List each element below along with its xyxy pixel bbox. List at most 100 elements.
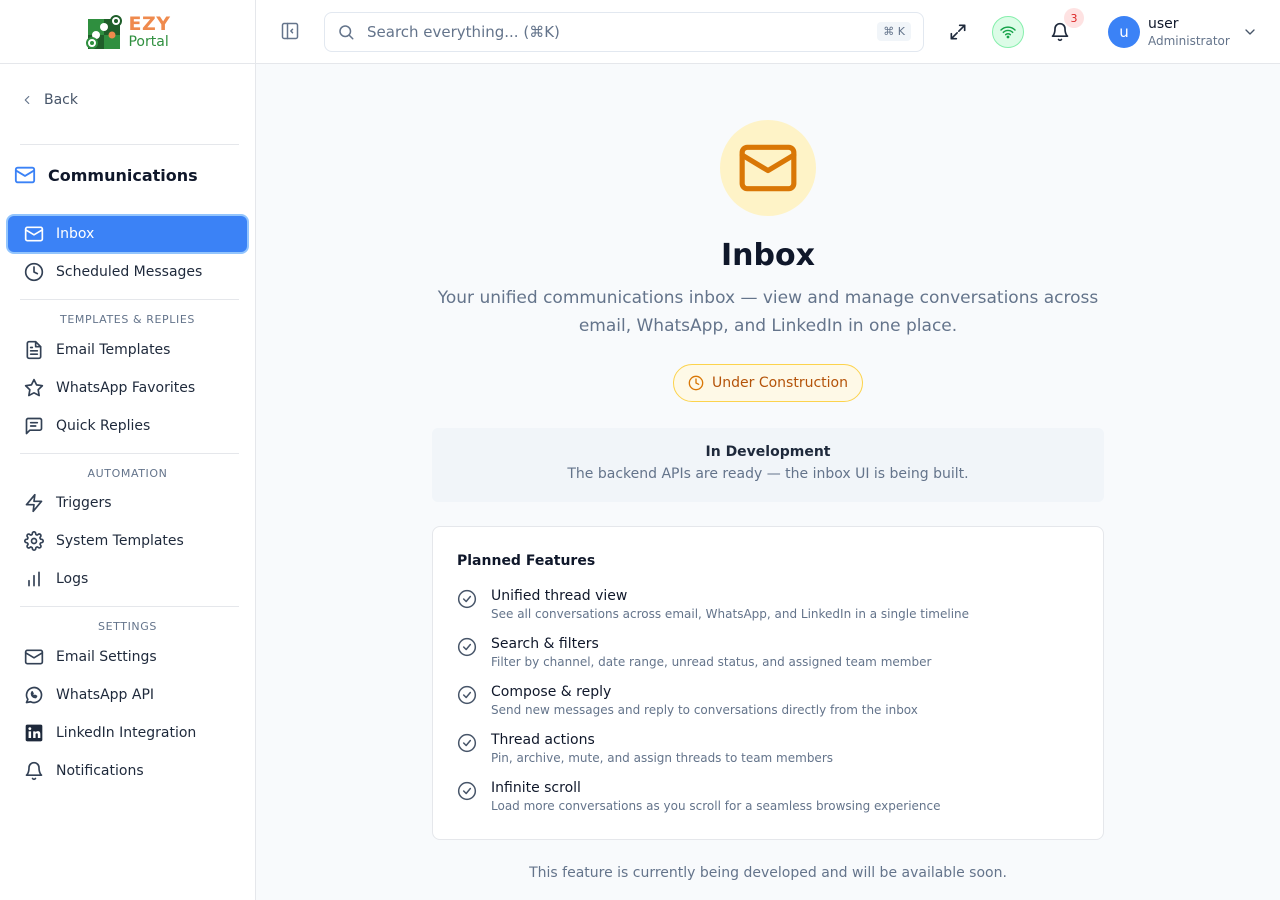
feature-description: Filter by channel, date range, unread st… [491, 655, 932, 669]
bell-icon [25, 761, 43, 781]
avatar: u [1108, 16, 1140, 49]
search-shortcut: ⌘ K [877, 22, 911, 41]
feature-description: Load more conversations as you scroll fo… [491, 799, 941, 813]
sidebar-toggle-button[interactable] [280, 21, 300, 41]
feature-name: Infinite scroll [491, 780, 581, 796]
page-title: Inbox [721, 238, 815, 273]
clock-icon [24, 262, 44, 282]
whatsapp-icon [25, 686, 43, 704]
zap-icon [25, 493, 43, 513]
sidebar-item-label: Quick Replies [56, 418, 151, 434]
panel-left-icon [281, 22, 299, 40]
bar-chart-icon [28, 571, 40, 587]
sidebar-item-quick-replies[interactable]: Quick Replies [8, 408, 247, 444]
sidebar-item-label: Inbox [56, 226, 95, 242]
top-header: ⌘ K 3 u user Administrator [256, 0, 1280, 64]
connection-status-button[interactable] [992, 16, 1024, 48]
sidebar-item-whatsapp-favorites[interactable]: WhatsApp Favorites [8, 370, 247, 406]
sidebar-item-label: Logs [56, 571, 89, 587]
planned-features-card: Planned Features Unified thread view See… [432, 526, 1104, 840]
wifi-icon [1000, 26, 1016, 39]
divider [20, 453, 239, 454]
sidebar-item-label: Scheduled Messages [56, 264, 203, 280]
feature-item: Search & filters Filter by channel, date… [457, 635, 931, 671]
star-icon [24, 378, 44, 397]
feature-name: Unified thread view [491, 588, 628, 604]
sidebar-item-label: Triggers [56, 495, 112, 511]
maximize-icon [950, 24, 966, 40]
brand-name-top: EZY [128, 12, 171, 35]
notification-count-badge: 3 [1064, 8, 1084, 28]
feature-item: Compose & reply Send new messages and re… [457, 683, 918, 719]
feature-name: Compose & reply [491, 684, 612, 700]
sidebar-item-label: Email Settings [56, 649, 157, 665]
chevron-down-icon [1245, 29, 1255, 35]
feature-description: See all conversations across email, What… [491, 607, 970, 621]
feature-name: Search & filters [491, 636, 599, 652]
back-button[interactable]: Back [20, 92, 78, 108]
sidebar-item-label: Notifications [56, 763, 144, 779]
main-content: Inbox Your unified communications inbox … [256, 64, 1280, 900]
check-circle-icon [457, 781, 477, 801]
sidebar-item-scheduled-messages[interactable]: Scheduled Messages [8, 254, 247, 290]
sidebar-item-logs[interactable]: Logs [8, 561, 247, 597]
sidebar-item-system-templates[interactable]: System Templates [8, 523, 247, 559]
sidebar-item-inbox[interactable]: Inbox [8, 216, 247, 252]
sidebar-item-label: Email Templates [56, 342, 171, 358]
fullscreen-button[interactable] [948, 22, 968, 42]
mail-icon [24, 649, 44, 665]
status-badge-label: Under Construction [712, 375, 848, 391]
check-circle-icon [457, 637, 477, 657]
check-circle-icon [457, 685, 477, 705]
mail-icon [739, 144, 797, 192]
group-label-automation: AUTOMATION [87, 467, 168, 480]
sidebar-item-email-settings[interactable]: Email Settings [8, 639, 247, 675]
mail-icon [24, 226, 44, 242]
divider [20, 144, 239, 145]
feature-item: Thread actions Pin, archive, mute, and a… [457, 731, 833, 767]
sidebar-item-email-templates[interactable]: Email Templates [8, 332, 247, 368]
check-circle-icon [457, 733, 477, 753]
sidebar-item-label: WhatsApp API [56, 687, 155, 703]
hero-icon-circle [720, 120, 816, 216]
sidebar-item-label: LinkedIn Integration [56, 725, 197, 741]
section-title-label: Communications [48, 165, 198, 185]
user-menu[interactable]: u user Administrator [1108, 16, 1258, 49]
divider [20, 606, 239, 607]
brand-logo[interactable]: EZY Portal [84, 13, 170, 51]
chevron-left-icon [24, 95, 30, 105]
group-label-templates: TEMPLATES & REPLIES [60, 313, 195, 326]
group-label-settings: SETTINGS [98, 620, 157, 633]
sidebar-item-linkedin-integration[interactable]: LinkedIn Integration [8, 715, 247, 751]
user-name: user [1148, 16, 1179, 32]
search-icon [339, 25, 354, 40]
search-input[interactable] [367, 23, 847, 41]
sidebar-item-triggers[interactable]: Triggers [8, 485, 247, 521]
page-description: Your unified communications inbox — view… [437, 288, 1099, 336]
sidebar-item-whatsapp-api[interactable]: WhatsApp API [8, 677, 247, 713]
sidebar: EZY Portal Back Communications Inbox Sch… [0, 0, 256, 900]
sidebar-item-label: System Templates [56, 533, 184, 549]
brand-name-bottom: Portal [128, 33, 169, 50]
feature-description: Send new messages and reply to conversat… [491, 703, 918, 717]
feature-item: Unified thread view See all conversation… [457, 587, 969, 623]
development-text: The backend APIs are ready — the inbox U… [567, 466, 969, 482]
feature-item: Infinite scroll Load more conversations … [457, 779, 941, 815]
check-circle-icon [457, 589, 477, 609]
development-title: In Development [705, 444, 831, 460]
document-icon [26, 340, 42, 360]
linkedin-icon [25, 724, 43, 742]
divider [20, 299, 239, 300]
footer-note: This feature is currently being develope… [529, 865, 1007, 881]
puzzle-logo-icon [86, 14, 123, 49]
sidebar-item-label: WhatsApp Favorites [56, 380, 196, 396]
clock-icon [688, 375, 704, 391]
search-box[interactable]: ⌘ K [324, 12, 924, 52]
section-title: Communications [14, 164, 198, 186]
features-title: Planned Features [457, 553, 596, 569]
user-role: Administrator [1148, 33, 1230, 48]
sidebar-item-notifications[interactable]: Notifications [8, 753, 247, 789]
logo-area: EZY Portal [0, 0, 255, 64]
feature-name: Thread actions [491, 732, 595, 748]
back-label: Back [44, 92, 78, 108]
